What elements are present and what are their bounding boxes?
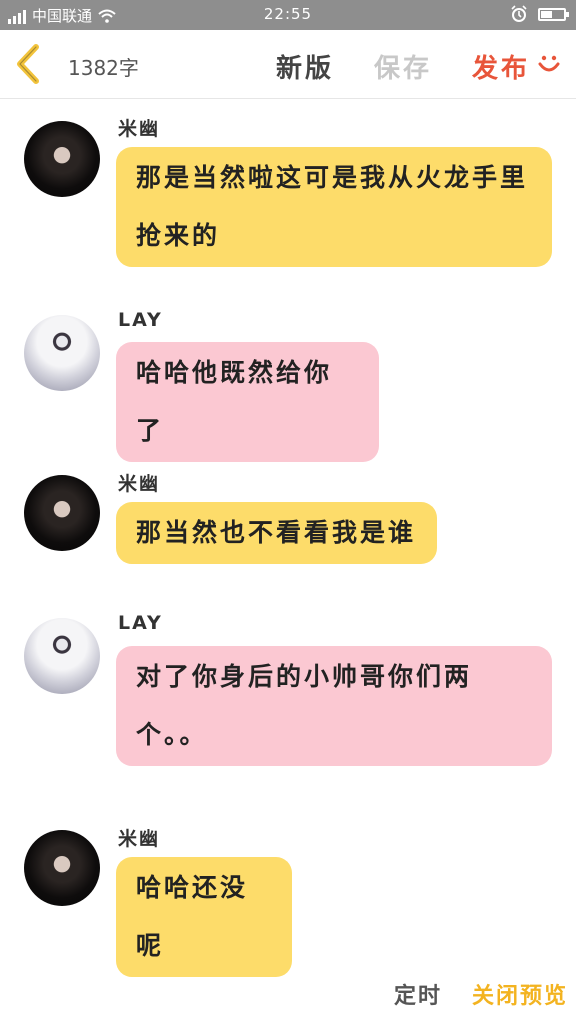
speaker-name: LAY [118, 309, 163, 331]
message-bubble[interactable]: 哈哈还没呢 [116, 857, 292, 977]
status-bar: 中国联通 22:55 [0, 0, 576, 30]
battery-icon [538, 7, 569, 21]
alarm-icon [511, 5, 527, 22]
avatar[interactable] [24, 618, 100, 694]
speaker-name: 米幽 [118, 828, 161, 850]
avatar[interactable] [24, 315, 100, 391]
avatar[interactable] [24, 830, 100, 906]
status-right [510, 5, 569, 23]
chevron-left-icon[interactable] [12, 43, 46, 85]
avatar[interactable] [24, 475, 100, 551]
schedule-button[interactable]: 定时 [394, 978, 442, 1010]
publish-button[interactable]: 发布 [472, 48, 530, 85]
smile-icon[interactable] [537, 52, 561, 76]
speaker-name: 米幽 [118, 118, 161, 140]
story-editor-screen: 中国联通 22:55 1382字 新版 保存 发布 米幽 那是当然啦这可是我从火… [0, 0, 576, 1024]
message-bubble[interactable]: 那是当然啦这可是我从火龙手里抢来的 [116, 147, 552, 267]
word-count: 1382字 [68, 56, 139, 80]
new-version-button[interactable]: 新版 [276, 48, 334, 85]
close-preview-button[interactable]: 关闭预览 [472, 978, 568, 1010]
message-bubble[interactable]: 那当然也不看看我是谁 [116, 502, 437, 564]
message-bubble[interactable]: 哈哈他既然给你了 [116, 342, 379, 462]
clock: 22:55 [263, 5, 313, 23]
save-button[interactable]: 保存 [374, 48, 432, 85]
avatar[interactable] [24, 121, 100, 197]
speaker-name: LAY [118, 612, 163, 634]
editor-toolbar: 1382字 新版 保存 发布 [0, 30, 576, 99]
bottom-actions: 定时 关闭预览 [0, 970, 576, 1018]
speaker-name: 米幽 [118, 473, 161, 495]
message-bubble[interactable]: 对了你身后的小帅哥你们两个。。 [116, 646, 552, 766]
